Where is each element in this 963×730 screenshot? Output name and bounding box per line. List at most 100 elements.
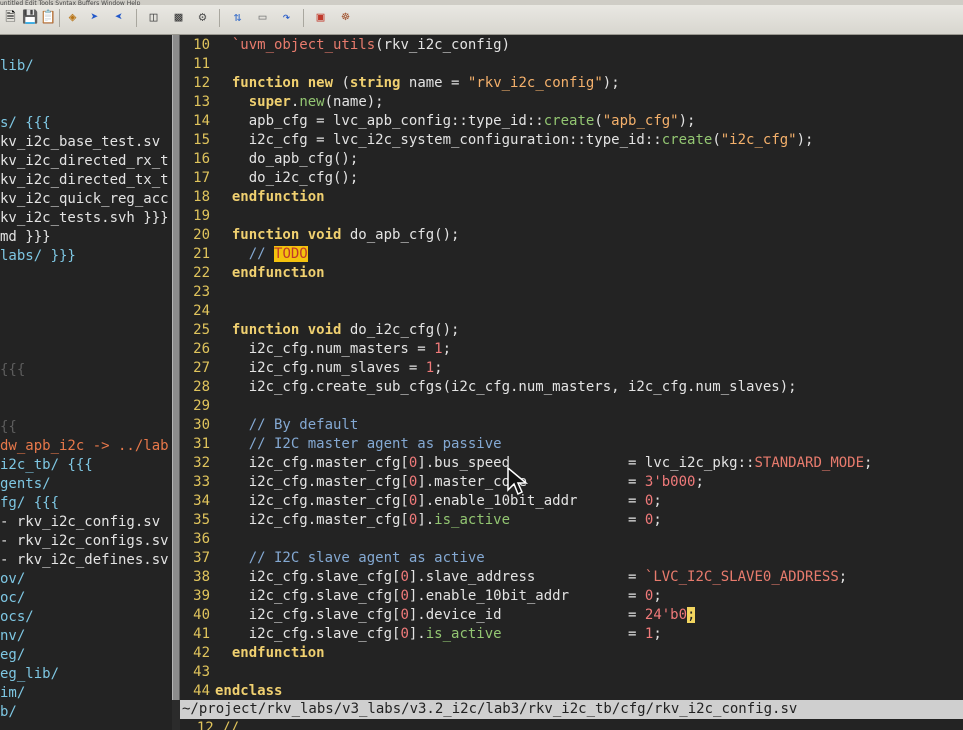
line-number: 10 [193,37,210,53]
tree-item[interactable]: {{{ [0,361,172,380]
run-script-icon[interactable]: ⚙ [194,10,211,26]
code-line[interactable]: 27 i2c_cfg.num_slaves = 1; [180,359,963,378]
code-editor[interactable]: 10 `uvm_object_utils(rkv_i2c_config) 11 12… [180,35,963,700]
line-number: 39 [193,588,210,604]
tree-item[interactable]: kv_i2c_directed_rx_t [0,152,172,171]
replace-icon[interactable]: ⇅ [229,10,246,26]
tree-item[interactable] [0,380,172,399]
tree-item[interactable] [0,399,172,418]
code-line[interactable]: 25 function void do_i2c_cfg(); [180,321,963,340]
tree-item[interactable]: s/ {{{ [0,114,172,133]
tree-item[interactable]: ov/ [0,570,172,589]
code-line[interactable]: 30 // By default [180,416,963,435]
tree-item[interactable]: b/ [0,703,172,722]
tree-item[interactable]: nv/ [0,627,172,646]
code-line[interactable]: 37 // I2C slave agent as active [180,549,963,568]
tree-item[interactable]: md }}} [0,228,172,247]
code-line[interactable]: 40 i2c_cfg.slave_cfg[0].device_id = 24'b… [180,606,963,625]
tree-item[interactable]: eg_lib/ [0,665,172,684]
code-line[interactable]: 43 [180,663,963,682]
tree-item[interactable]: gents/ [0,475,172,494]
tree-item[interactable]: dw_apb_i2c -> ../lab [0,437,172,456]
new-file-icon[interactable]: 🗎 [2,10,19,26]
paste-icon[interactable]: 📋 [40,10,57,26]
make-icon[interactable]: ▣ [312,10,329,26]
back-arrow-icon[interactable]: ➤ [110,10,127,26]
toolbar: untitled Edit Tools Syntax Buffers Windo… [0,0,963,35]
line-number: 13 [193,94,210,110]
code-line[interactable]: 18 endfunction [180,188,963,207]
code-line[interactable]: 24 [180,302,963,321]
code-line[interactable]: 38 i2c_cfg.slave_cfg[0].slave_address = … [180,568,963,587]
code-text: i2c_cfg.num_masters = 1; [215,341,452,357]
code-line[interactable]: 10 `uvm_object_utils(rkv_i2c_config) [180,36,963,55]
code-line[interactable]: 19 [180,207,963,226]
line-number: 36 [193,531,210,547]
code-line[interactable]: 15 i2c_cfg = lvc_i2c_system_configuratio… [180,131,963,150]
code-line[interactable]: 29 [180,397,963,416]
code-line[interactable]: 17 do_i2c_cfg(); [180,169,963,188]
tree-item[interactable]: - rkv_i2c_defines.sv [0,551,172,570]
code-line[interactable]: 42 endfunction [180,644,963,663]
tree-item[interactable]: - rkv_i2c_config.sv [0,513,172,532]
code-line[interactable]: 20 function void do_apb_cfg(); [180,226,963,245]
code-line[interactable]: 31 // I2C master agent as passive [180,435,963,454]
code-line[interactable]: 12 function new (string name = "rkv_i2c_… [180,74,963,93]
forward-arrow-icon[interactable]: ➤ [86,10,103,26]
file-explorer-pane[interactable]: lib/s/ {{{kv_i2c_base_test.sv kv_i2c_dire… [0,35,172,730]
tree-item[interactable] [0,76,172,95]
code-line[interactable]: 14 apb_cfg = lvc_apb_config::type_id::cr… [180,112,963,131]
lower-window-line[interactable]: 12 // [180,719,963,730]
find-icon[interactable]: ◈ [64,10,81,26]
tree-item[interactable] [0,95,172,114]
code-line[interactable]: 13 super.new(name); [180,93,963,112]
code-line[interactable]: 26 i2c_cfg.num_masters = 1; [180,340,963,359]
line-number: 43 [193,664,210,680]
code-line[interactable]: 16 do_apb_cfg(); [180,150,963,169]
code-line[interactable]: 41 i2c_cfg.slave_cfg[0].is_active = 1; [180,625,963,644]
code-line[interactable]: 33 i2c_cfg.master_cfg[0].master_code = 3… [180,473,963,492]
tree-item[interactable]: kv_i2c_tests.svh }}} [0,209,172,228]
tree-item[interactable]: {{ [0,418,172,437]
vertical-split-separator[interactable] [172,35,180,700]
redo-icon[interactable]: ↷ [278,10,295,26]
load-session-icon[interactable]: ◫ [145,10,162,26]
code-line[interactable]: 34 i2c_cfg.master_cfg[0].enable_10bit_ad… [180,492,963,511]
tree-item[interactable]: kv_i2c_directed_tx_t [0,171,172,190]
code-line[interactable]: 44 endclass [180,682,963,700]
help-icon[interactable]: ☸ [337,10,354,26]
line-number: 42 [193,645,210,661]
code-line[interactable]: 22 endfunction [180,264,963,283]
code-line[interactable]: 32 i2c_cfg.master_cfg[0].bus_speed = lvc… [180,454,963,473]
save-session-icon[interactable]: ▩ [170,10,187,26]
tree-item[interactable]: eg/ [0,646,172,665]
tree-item[interactable]: - rkv_i2c_configs.sv [0,532,172,551]
tree-item[interactable]: ocs/ [0,608,172,627]
file-path-status-bar: ~/project/rkv_labs/v3_labs/v3.2_i2c/lab3… [180,700,963,719]
code-line[interactable]: 21 // TODO [180,245,963,264]
line-number: 37 [193,550,210,566]
undo-icon[interactable]: ▭ [254,10,271,26]
save-icon[interactable]: 💾 [22,10,39,26]
code-line[interactable]: 36 [180,530,963,549]
tree-item[interactable] [0,285,172,304]
tree-item[interactable] [0,342,172,361]
code-line[interactable]: 11 [180,55,963,74]
tree-item[interactable]: fg/ {{{ [0,494,172,513]
tree-item[interactable] [0,304,172,323]
tree-item[interactable] [0,266,172,285]
code-line[interactable]: 28 i2c_cfg.create_sub_cfgs(i2c_cfg.num_m… [180,378,963,397]
code-line[interactable]: 35 i2c_cfg.master_cfg[0].is_active = 0; [180,511,963,530]
code-line[interactable]: 23 [180,283,963,302]
tree-item[interactable]: lib/ [0,57,172,76]
tree-item[interactable]: oc/ [0,589,172,608]
tree-item[interactable]: kv_i2c_quick_reg_acc [0,190,172,209]
tree-item[interactable]: i2c_tb/ {{{ [0,456,172,475]
tree-item[interactable] [0,323,172,342]
code-line[interactable]: 39 i2c_cfg.slave_cfg[0].enable_10bit_add… [180,587,963,606]
code-text: endfunction [231,189,325,205]
tree-item[interactable]: labs/ }}} [0,247,172,266]
tree-item[interactable]: im/ [0,684,172,703]
tree-item[interactable]: kv_i2c_base_test.sv [0,133,172,152]
line-number: 12 [193,75,210,91]
